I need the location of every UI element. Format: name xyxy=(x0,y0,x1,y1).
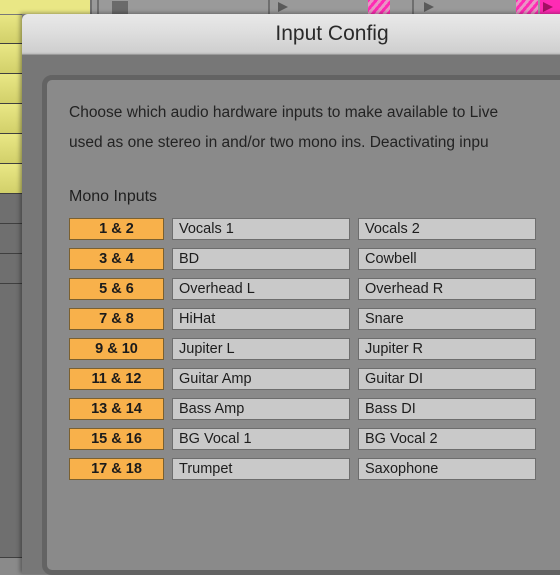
description-line-2: used as one stereo in and/or two mono in… xyxy=(69,134,489,152)
clip-slot[interactable] xyxy=(0,254,24,284)
clip-slot[interactable] xyxy=(0,14,24,44)
input-name-field-right[interactable]: Overhead R xyxy=(358,278,536,301)
mono-inputs-list: 1 & 2 Vocals 1 Vocals 2 3 & 4 BD Cowbell 5 & 6… xyxy=(69,218,560,481)
mono-input-row: 13 & 14 Bass Amp Bass DI xyxy=(69,398,560,421)
input-name-field-left[interactable]: Guitar Amp xyxy=(172,368,350,391)
selected-clip-highlight xyxy=(0,0,90,14)
play-triangle-icon[interactable] xyxy=(424,2,434,12)
clip-block-pink[interactable] xyxy=(516,0,538,14)
channel-toggle-button[interactable]: 5 & 6 xyxy=(69,278,164,301)
clip-slot[interactable] xyxy=(0,134,24,164)
play-triangle-icon[interactable] xyxy=(278,2,288,12)
mono-input-row: 5 & 6 Overhead L Overhead R xyxy=(69,278,560,301)
stop-clip-block[interactable] xyxy=(112,1,128,14)
mono-input-row: 17 & 18 Trumpet Saxophone xyxy=(69,458,560,481)
input-config-dialog: Input Config Choose which audio hardware… xyxy=(22,14,560,575)
mono-input-row: 7 & 8 HiHat Snare xyxy=(69,308,560,331)
dialog-body: Choose which audio hardware inputs to ma… xyxy=(22,55,560,575)
strip-separator xyxy=(90,0,92,14)
dialog-title: Input Config xyxy=(275,22,389,45)
channel-toggle-button[interactable]: 17 & 18 xyxy=(69,458,164,481)
input-name-field-left[interactable]: Trumpet xyxy=(172,458,350,481)
mono-input-row: 11 & 12 Guitar Amp Guitar DI xyxy=(69,368,560,391)
clip-slot[interactable] xyxy=(0,44,24,74)
mono-input-row: 1 & 2 Vocals 1 Vocals 2 xyxy=(69,218,560,241)
play-triangle-icon[interactable] xyxy=(543,2,553,12)
input-name-field-left[interactable]: Vocals 1 xyxy=(172,218,350,241)
input-name-field-right[interactable]: Snare xyxy=(358,308,536,331)
clip-slot[interactable] xyxy=(0,104,24,134)
input-name-field-right[interactable]: Saxophone xyxy=(358,458,536,481)
channel-toggle-button[interactable]: 13 & 14 xyxy=(69,398,164,421)
channel-toggle-button[interactable]: 1 & 2 xyxy=(69,218,164,241)
dialog-inner-panel: Choose which audio hardware inputs to ma… xyxy=(42,75,560,575)
dialog-titlebar[interactable]: Input Config xyxy=(22,14,560,55)
input-name-field-left[interactable]: Overhead L xyxy=(172,278,350,301)
description-line-1: Choose which audio hardware inputs to ma… xyxy=(69,104,499,121)
dialog-description: Choose which audio hardware inputs to ma… xyxy=(69,98,560,158)
clip-slot[interactable] xyxy=(0,224,24,254)
input-name-field-right[interactable]: BG Vocal 2 xyxy=(358,428,536,451)
clip-block-pink[interactable] xyxy=(368,0,390,14)
input-name-field-right[interactable]: Jupiter R xyxy=(358,338,536,361)
input-name-field-right[interactable]: Vocals 2 xyxy=(358,218,536,241)
input-name-field-right[interactable]: Cowbell xyxy=(358,248,536,271)
input-name-field-right[interactable]: Guitar DI xyxy=(358,368,536,391)
input-name-field-left[interactable]: HiHat xyxy=(172,308,350,331)
input-name-field-left[interactable]: BG Vocal 1 xyxy=(172,428,350,451)
clip-slot[interactable] xyxy=(0,74,24,104)
strip-separator xyxy=(268,0,270,14)
clip-slot[interactable] xyxy=(0,194,24,224)
strip-separator xyxy=(97,0,99,14)
mono-input-row: 9 & 10 Jupiter L Jupiter R xyxy=(69,338,560,361)
mono-inputs-heading: Mono Inputs xyxy=(69,188,158,206)
mono-input-row: 3 & 4 BD Cowbell xyxy=(69,248,560,271)
input-name-field-right[interactable]: Bass DI xyxy=(358,398,536,421)
channel-toggle-button[interactable]: 15 & 16 xyxy=(69,428,164,451)
channel-toggle-button[interactable]: 3 & 4 xyxy=(69,248,164,271)
channel-toggle-button[interactable]: 7 & 8 xyxy=(69,308,164,331)
clip-slot[interactable] xyxy=(0,164,24,194)
mono-input-row: 15 & 16 BG Vocal 1 BG Vocal 2 xyxy=(69,428,560,451)
input-name-field-left[interactable]: BD xyxy=(172,248,350,271)
clip-slot-empty-area[interactable] xyxy=(0,284,24,558)
input-name-field-left[interactable]: Jupiter L xyxy=(172,338,350,361)
channel-toggle-button[interactable]: 9 & 10 xyxy=(69,338,164,361)
channel-toggle-button[interactable]: 11 & 12 xyxy=(69,368,164,391)
input-name-field-left[interactable]: Bass Amp xyxy=(172,398,350,421)
strip-separator xyxy=(412,0,414,14)
